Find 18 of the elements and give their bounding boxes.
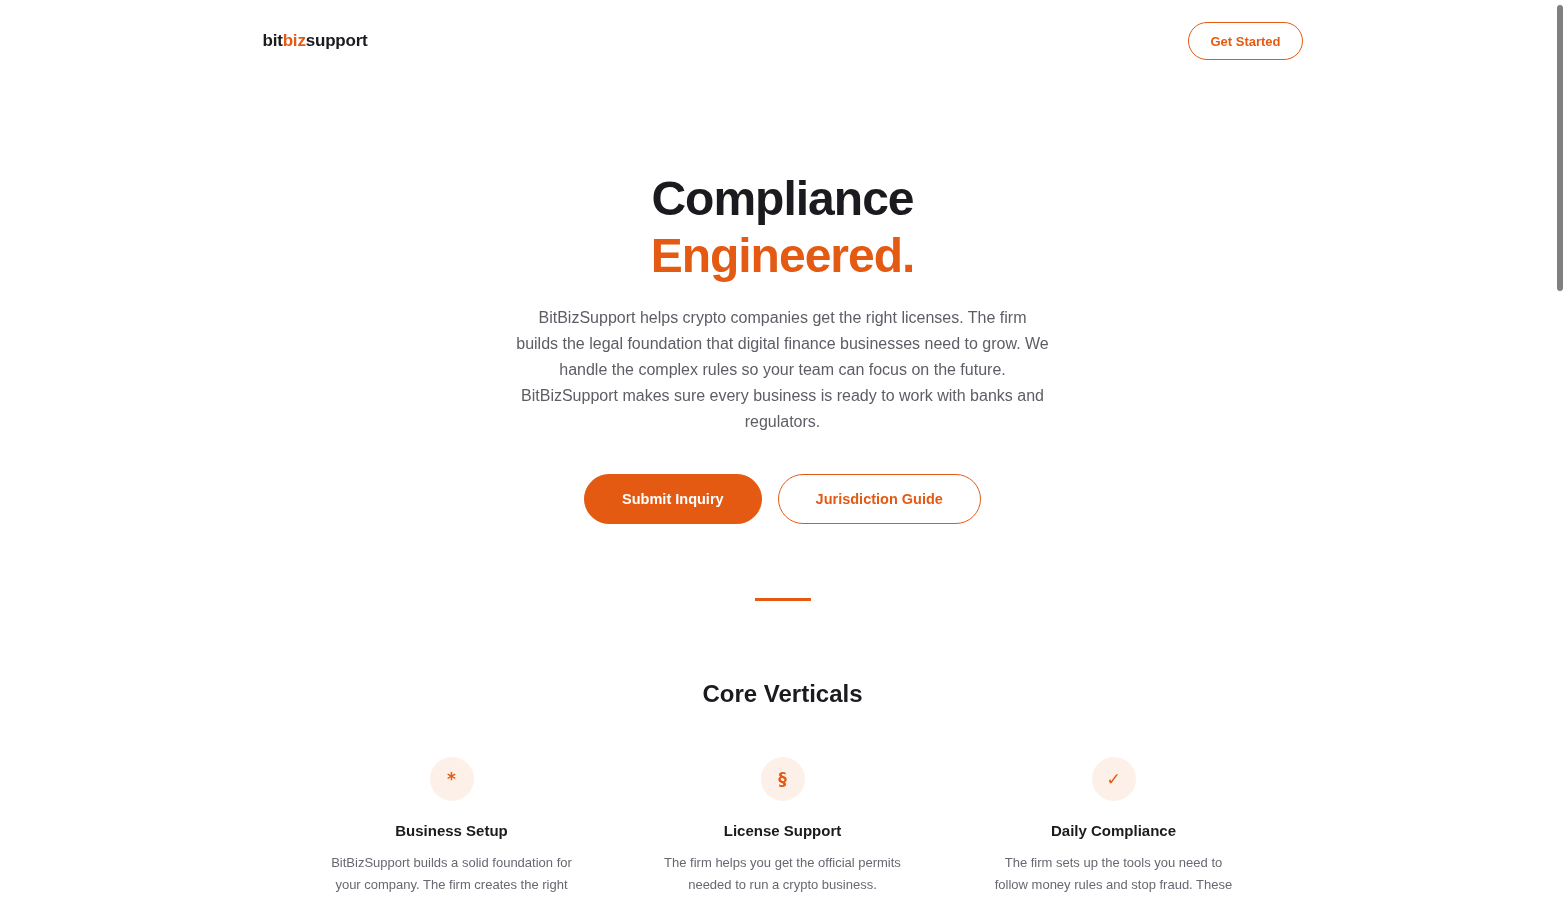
section-sign-icon: §: [760, 757, 805, 801]
card-description: The firm helps you get the official permits needed to run a crypto business.: [664, 854, 901, 894]
checkmark-icon: ✓: [1091, 757, 1136, 801]
card-title: Business Setup: [395, 821, 508, 841]
accent-divider: [754, 598, 811, 601]
card-title: Daily Compliance: [1050, 821, 1176, 841]
asterisk-icon: *: [429, 757, 474, 801]
scrollbar-thumb[interactable]: [1557, 5, 1563, 291]
hero-heading: Compliance Engineered.: [650, 171, 915, 284]
jurisdiction-guide-button[interactable]: Jurisdiction Guide: [777, 474, 981, 524]
section-heading: Core Verticals: [702, 679, 863, 709]
card-description: BitBizSupport builds a solid foundation for your company. The firm creates the right: [331, 854, 572, 894]
card-description: The firm sets up the tools you need to follow money rules and stop fraud. These: [994, 854, 1233, 894]
get-started-button[interactable]: Get Started: [1188, 22, 1303, 60]
submit-inquiry-button[interactable]: Submit Inquiry: [584, 474, 762, 524]
card-title: License Support: [723, 821, 842, 841]
hero-description: BitBizSupport helps crypto companies get the right licenses. The firm builds the legal foundation that digital finance businesses need to grow. We handle the complex rules so your team can focus on the future. BitBizSupport makes sure every business is ready to work with banks and regulators.: [516, 308, 1049, 432]
brand-logo[interactable]: bitbizsupport: [262, 31, 368, 51]
